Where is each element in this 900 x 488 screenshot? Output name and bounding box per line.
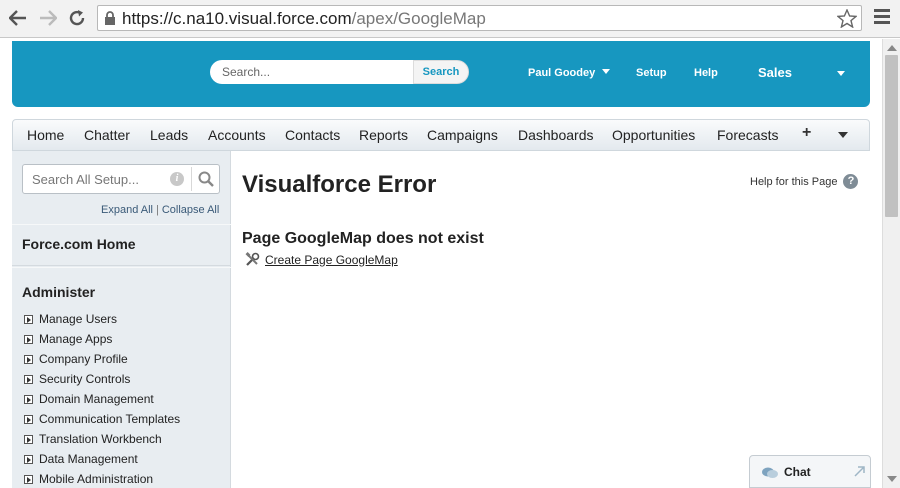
browser-menu-icon[interactable] bbox=[874, 9, 890, 27]
sidebar-item-translation-workbench[interactable]: Translation Workbench bbox=[24, 432, 162, 446]
tab-contacts[interactable]: Contacts bbox=[285, 127, 340, 143]
forward-button[interactable] bbox=[37, 7, 59, 29]
app-switcher-label[interactable]: Sales bbox=[758, 65, 792, 80]
sidebar-item-security-controls[interactable]: Security Controls bbox=[24, 372, 130, 386]
force-home-section: Force.com Home bbox=[12, 224, 231, 266]
global-search-button[interactable]: Search bbox=[413, 60, 469, 84]
expand-triangle-icon[interactable] bbox=[24, 454, 33, 464]
bookmark-star-icon[interactable] bbox=[837, 9, 857, 28]
reload-button[interactable] bbox=[66, 7, 88, 29]
error-message: Page GoogleMap does not exist bbox=[242, 230, 484, 247]
collapse-all-link[interactable]: Collapse All bbox=[162, 204, 219, 216]
tab-opportunities[interactable]: Opportunities bbox=[612, 127, 695, 143]
expand-triangle-icon[interactable] bbox=[24, 414, 33, 424]
sidebar-item-mobile-administration[interactable]: Mobile Administration bbox=[24, 472, 153, 486]
expand-triangle-icon[interactable] bbox=[24, 354, 33, 364]
scroll-up-arrow-icon[interactable] bbox=[887, 45, 897, 51]
back-arrow-icon bbox=[9, 10, 26, 26]
user-menu[interactable]: Paul Goodey bbox=[528, 67, 611, 79]
forward-arrow-icon bbox=[40, 10, 57, 26]
scroll-down-arrow-icon[interactable] bbox=[887, 476, 897, 482]
sidebar-item-data-management[interactable]: Data Management bbox=[24, 452, 138, 466]
tab-forecasts[interactable]: Forecasts bbox=[717, 127, 778, 143]
url-host: https://c.na10.visual.force.com bbox=[122, 9, 352, 28]
sidebar-item-communication-templates[interactable]: Communication Templates bbox=[24, 412, 180, 426]
tab-reports[interactable]: Reports bbox=[359, 127, 408, 143]
scroll-thumb[interactable] bbox=[885, 55, 898, 217]
force-home-link[interactable]: Force.com Home bbox=[22, 236, 136, 252]
chat-widget[interactable]: Chat bbox=[749, 455, 871, 488]
global-search-input[interactable] bbox=[210, 60, 414, 84]
lock-icon bbox=[105, 11, 115, 25]
reload-icon bbox=[69, 10, 85, 26]
url-text: https://c.na10.visual.force.com/apex/Goo… bbox=[122, 9, 486, 29]
search-divider bbox=[191, 167, 192, 191]
tab-leads[interactable]: Leads bbox=[150, 127, 188, 143]
search-icon[interactable] bbox=[198, 171, 214, 187]
user-menu-caret-icon bbox=[602, 69, 611, 74]
setup-search: i bbox=[22, 164, 220, 194]
page-title: Visualforce Error bbox=[242, 171, 437, 198]
info-icon[interactable]: i bbox=[170, 172, 184, 186]
create-page-label: Create Page GoogleMap bbox=[265, 252, 398, 267]
expand-triangle-icon[interactable] bbox=[24, 394, 33, 404]
app-switcher-caret-icon[interactable] bbox=[837, 71, 845, 76]
help-link-header[interactable]: Help bbox=[694, 67, 718, 79]
expand-triangle-icon[interactable] bbox=[24, 314, 33, 324]
create-page-link[interactable]: Create Page GoogleMap bbox=[245, 252, 398, 267]
tools-icon bbox=[245, 252, 260, 266]
page-scrollbar[interactable] bbox=[882, 39, 900, 488]
tab-dashboards[interactable]: Dashboards bbox=[518, 127, 594, 143]
salesforce-header: Search Paul Goodey Setup Help Sales bbox=[12, 41, 870, 107]
browser-toolbar: https://c.na10.visual.force.com/apex/Goo… bbox=[0, 0, 900, 38]
administer-heading: Administer bbox=[22, 284, 96, 300]
tab-campaigns[interactable]: Campaigns bbox=[427, 127, 498, 143]
expand-all-link[interactable]: Expand All bbox=[101, 204, 153, 216]
setup-search-input[interactable] bbox=[23, 165, 173, 193]
expand-triangle-icon[interactable] bbox=[24, 374, 33, 384]
expand-arrow-icon[interactable] bbox=[854, 466, 865, 477]
expand-triangle-icon[interactable] bbox=[24, 434, 33, 444]
user-name: Paul Goodey bbox=[528, 67, 596, 79]
tab-home[interactable]: Home bbox=[27, 127, 64, 143]
page-viewport: Search Paul Goodey Setup Help Sales Home… bbox=[0, 39, 882, 488]
expand-collapse-links: Expand All | Collapse All bbox=[101, 204, 220, 216]
all-tabs-plus-icon[interactable]: + bbox=[802, 124, 811, 142]
chat-bubble-icon bbox=[762, 467, 778, 478]
expand-triangle-icon[interactable] bbox=[24, 334, 33, 344]
address-bar[interactable]: https://c.na10.visual.force.com/apex/Goo… bbox=[97, 5, 862, 31]
url-path: /apex/GoogleMap bbox=[351, 9, 486, 28]
help-for-page-link[interactable]: Help for this Page ? bbox=[750, 174, 859, 189]
sidebar-item-domain-management[interactable]: Domain Management bbox=[24, 392, 154, 406]
tab-accounts[interactable]: Accounts bbox=[208, 127, 266, 143]
tab-overflow-caret-icon[interactable] bbox=[838, 132, 848, 138]
tab-chatter[interactable]: Chatter bbox=[84, 127, 130, 143]
setup-link[interactable]: Setup bbox=[636, 67, 667, 79]
help-for-page-label: Help for this Page bbox=[750, 175, 838, 188]
global-search: Search bbox=[210, 60, 470, 84]
administer-section: Administer Manage Users Manage Apps Comp… bbox=[12, 267, 231, 488]
tab-bar: Home Chatter Leads Accounts Contacts Rep… bbox=[12, 119, 870, 151]
main-content: Visualforce Error Help for this Page ? P… bbox=[232, 151, 870, 488]
chat-label: Chat bbox=[784, 465, 811, 479]
help-question-icon[interactable]: ? bbox=[843, 174, 859, 189]
sidebar-item-manage-apps[interactable]: Manage Apps bbox=[24, 332, 112, 346]
sidebar-item-company-profile[interactable]: Company Profile bbox=[24, 352, 128, 366]
expand-triangle-icon[interactable] bbox=[24, 474, 33, 484]
back-button[interactable] bbox=[7, 7, 29, 29]
setup-sidebar: i Expand All|Collapse All Force.com Home… bbox=[12, 151, 231, 488]
sidebar-item-manage-users[interactable]: Manage Users bbox=[24, 312, 117, 326]
